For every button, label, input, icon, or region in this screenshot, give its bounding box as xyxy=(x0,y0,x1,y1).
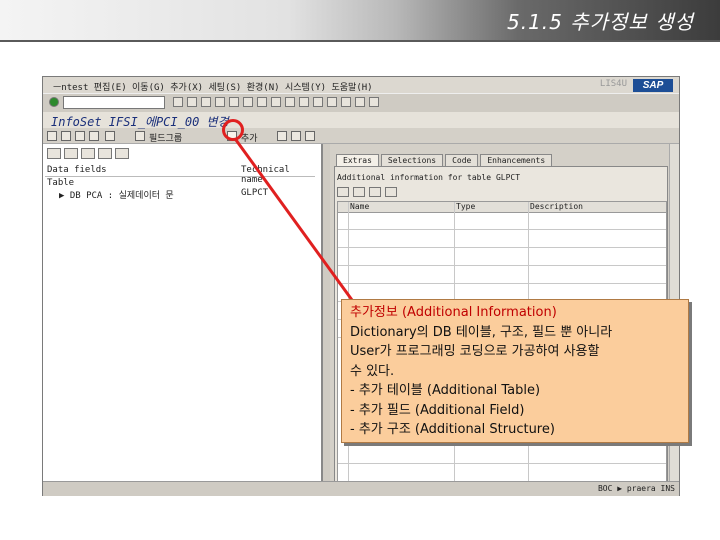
tree-table-label: DB PCA : 실제데이터 문 xyxy=(69,191,174,201)
save-icon[interactable] xyxy=(173,97,183,107)
grid-row[interactable] xyxy=(338,446,666,464)
toggle-icon[interactable] xyxy=(47,131,57,141)
pane-splitter[interactable] xyxy=(323,144,330,495)
find-next-icon[interactable] xyxy=(257,97,267,107)
collapse-icon[interactable] xyxy=(64,148,78,159)
enter-icon[interactable] xyxy=(49,97,59,107)
detail-icon[interactable] xyxy=(115,148,129,159)
help-icon[interactable] xyxy=(355,97,365,107)
grid-row[interactable] xyxy=(338,266,666,284)
exit-icon[interactable] xyxy=(201,97,211,107)
fieldgroup-label[interactable]: 필드그룹 xyxy=(149,131,182,144)
filter-icon[interactable] xyxy=(98,148,112,159)
print-icon[interactable] xyxy=(229,97,239,107)
tree-root-row[interactable]: Table xyxy=(47,178,74,188)
create-icon[interactable] xyxy=(337,187,349,197)
callout-line-3: 수 있다. xyxy=(350,363,395,379)
tab-extras[interactable]: Extras xyxy=(336,154,379,166)
grid-col-type: Type xyxy=(456,202,476,211)
layout-icon[interactable] xyxy=(369,97,379,107)
settings-icon[interactable] xyxy=(305,131,315,141)
nav-icon[interactable] xyxy=(105,131,115,141)
other-icon[interactable] xyxy=(89,131,99,141)
expand-icon[interactable] xyxy=(47,148,61,159)
standard-toolbar xyxy=(43,93,679,113)
grid-icon[interactable] xyxy=(277,131,287,141)
extras-toolbar xyxy=(337,187,397,197)
grid-row[interactable] xyxy=(338,212,666,230)
change-icon[interactable] xyxy=(353,187,365,197)
tree-header: Data fields Technical name xyxy=(45,165,315,185)
callout-line-6: - 추가 구조 (Additional Structure) xyxy=(350,422,555,437)
tree-root-label: Table xyxy=(47,178,75,188)
slide-header: 5.1.5 추가정보 생성 xyxy=(0,0,720,40)
screen-titlebar: InfoSet IFSI_에PCI_00 변경 xyxy=(43,112,679,129)
shortcut-icon[interactable] xyxy=(341,97,351,107)
col-data-fields: Data fields xyxy=(47,165,107,175)
status-bar: BOC ▶ praera INS xyxy=(43,481,679,496)
cancel-icon[interactable] xyxy=(215,97,225,107)
grid-col-name: Name xyxy=(350,202,370,211)
tree-toolbar xyxy=(43,148,325,162)
check-icon[interactable] xyxy=(61,131,71,141)
tab-code[interactable]: Code xyxy=(445,154,479,166)
tab-enhancements[interactable]: Enhancements xyxy=(480,154,553,166)
tree-table-tech: GLPCT xyxy=(241,188,269,198)
callout-line-2: User가 프로그래밍 코딩으로 가공하여 사용할 xyxy=(350,344,600,359)
field-tree-pane: Data fields Technical name Table ▶ DB PC… xyxy=(43,144,323,495)
grid-row[interactable] xyxy=(338,248,666,266)
layout-toggle-icon[interactable] xyxy=(291,131,301,141)
fieldgroup-icon[interactable] xyxy=(135,131,145,141)
sort-icon[interactable] xyxy=(81,148,95,159)
grid-col-description: Description xyxy=(530,202,583,211)
grid-row[interactable] xyxy=(338,464,666,482)
sap-menu-items[interactable]: ㅡntest 편집(E) 이동(G) 추가(X) 세팅(S) 환경(N) 시스템… xyxy=(53,80,373,93)
back-icon[interactable] xyxy=(187,97,197,107)
sap-menubar: ㅡntest 편집(E) 이동(G) 추가(X) 세팅(S) 환경(N) 시스템… xyxy=(43,77,679,93)
window-label: LIS4U xyxy=(599,79,627,89)
tab-selections[interactable]: Selections xyxy=(380,154,444,166)
next-page-icon[interactable] xyxy=(299,97,309,107)
col-technical-name: Technical name xyxy=(241,165,290,185)
additional-info-caption: Additional information for table GLPCT xyxy=(337,173,521,182)
callout-title: 추가정보 (Additional Information) xyxy=(350,305,557,320)
prev-page-icon[interactable] xyxy=(285,97,295,107)
chevron-right-icon[interactable]: ▶ xyxy=(59,191,70,201)
callout-line-5: - 추가 필드 (Additional Field) xyxy=(350,402,525,418)
last-page-icon[interactable] xyxy=(313,97,323,107)
screen-title: InfoSet IFSI_에PCI_00 변경 xyxy=(51,115,229,129)
highlight-circle xyxy=(222,119,244,141)
command-field[interactable] xyxy=(63,96,165,109)
callout-line-1: Dictionary의 DB 테이블, 구조, 필드 뿐 아니라 xyxy=(350,324,613,340)
status-fields: BOC ▶ praera INS xyxy=(597,484,675,493)
sap-logo: SAP xyxy=(633,79,673,92)
application-toolbar: 필드그룹 추가 xyxy=(43,129,679,144)
find-icon[interactable] xyxy=(243,97,253,107)
slide-title: 5.1.5 추가정보 생성 xyxy=(506,10,694,34)
generate-icon[interactable] xyxy=(75,131,85,141)
new-session-icon[interactable] xyxy=(327,97,337,107)
display-icon[interactable] xyxy=(385,187,397,197)
standard-toolbar-icons xyxy=(173,97,379,107)
tab-strip: Extras Selections Code Enhancements xyxy=(336,154,553,166)
explanation-callout: 추가정보 (Additional Information) Dictionary… xyxy=(341,299,689,443)
tree-table-row[interactable]: ▶ DB PCA : 실제데이터 문 xyxy=(59,188,174,201)
delete-icon[interactable] xyxy=(369,187,381,197)
grid-row[interactable] xyxy=(338,230,666,248)
callout-line-4: - 추가 테이블 (Additional Table) xyxy=(350,383,541,398)
first-page-icon[interactable] xyxy=(271,97,281,107)
header-divider xyxy=(0,40,720,42)
